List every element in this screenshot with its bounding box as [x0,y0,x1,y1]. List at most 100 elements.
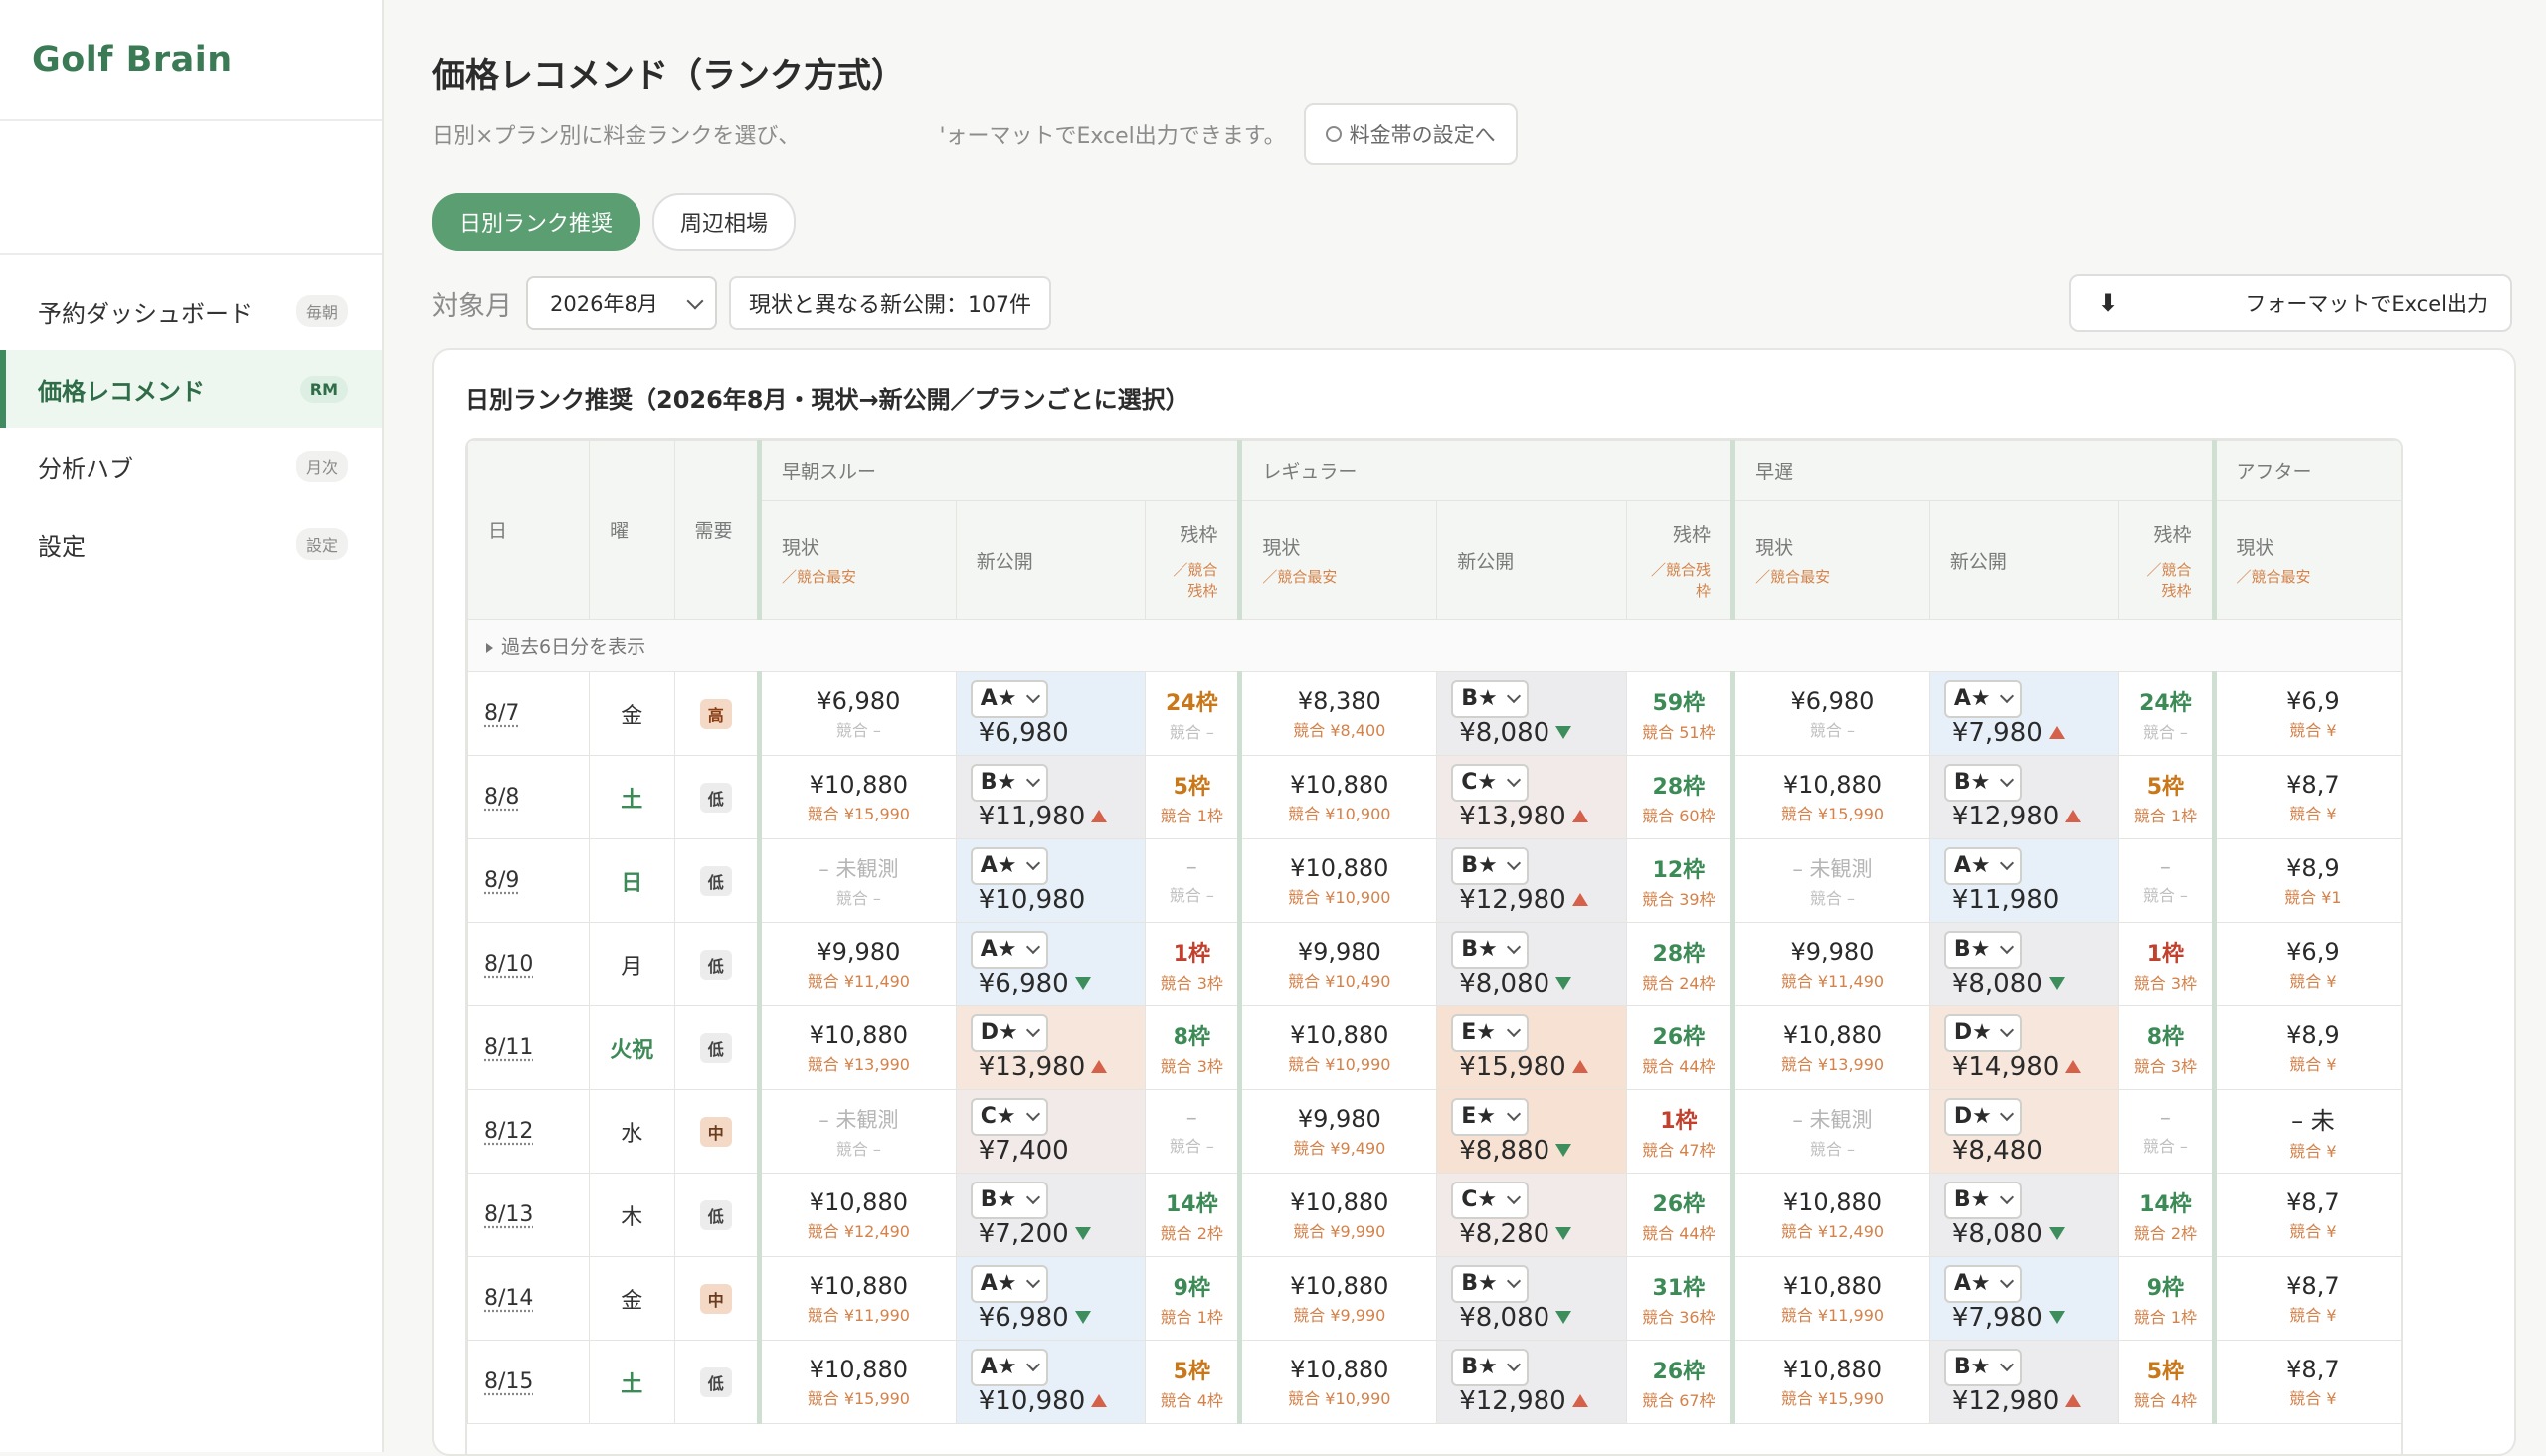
remaining-cell: 24枠 競合 – [2118,671,2215,756]
subheader-new-label: 新公開 [976,550,1033,573]
collapse-row[interactable]: 過去6日分を表示 [467,619,2401,672]
remaining-cell: 8枠 競合 3枠 [2118,1005,2215,1090]
excel-export-button[interactable]: ⬇ フォーマットでExcel出力 [2069,274,2512,332]
sidebar-item-dashboard[interactable]: 予約ダッシュボード 毎朝 [0,273,382,350]
new-price: ¥6,980 [978,968,1069,999]
current-price: – 未観測 [1792,856,1873,881]
rank-select[interactable]: E★ [1451,1097,1530,1136]
rank-select[interactable]: D★ [970,1013,1048,1052]
arrow-down-icon [1074,1311,1091,1324]
rank-table-scroll[interactable]: 日 曜 需要 早朝スルー レギュラー 早遅 アフター 現状 ／競合最安 新公開 残枠 ／… [465,438,2403,1454]
rank-select[interactable]: B★ [970,1181,1048,1219]
month-select[interactable]: 2026年8月 [526,276,717,330]
brand-logo[interactable]: Golf Brain [0,0,382,121]
rank-select[interactable]: C★ [1451,1181,1530,1219]
rank-select[interactable]: D★ [1943,1097,2022,1136]
current-price: – 未観測 [818,1107,899,1132]
row-date[interactable]: 8/11 [467,1005,591,1090]
rank-select[interactable]: B★ [1451,930,1530,969]
tab-daily-rank[interactable]: 日別ランク推奨 [432,193,641,251]
remaining-cell: 1枠 競合 3枠 [1145,922,1241,1006]
gear-icon [1325,126,1342,142]
table-row: 8/13 木低 ¥10,880 競合 ¥12,490 B★ ¥7,200 14枠 競… [467,1173,2401,1257]
rank-select-value: A★ [980,686,1017,711]
row-date[interactable]: 8/8 [467,755,591,839]
rank-select[interactable]: E★ [1451,1013,1530,1052]
daily-rank-card: 日別ランク推奨（2026年8月・現状→新公開／プランごとに選択） 日 曜 需要 … [432,348,2516,1456]
competitor-lowest: 競合 ¥9,990 [1293,1221,1386,1241]
current-price-cell: ¥10,880 競合 ¥10,900 [1237,838,1438,923]
row-date[interactable]: 8/15 [467,1340,591,1424]
row-date[interactable]: 8/12 [467,1089,591,1174]
competitor-remaining: 競合 – [1169,1137,1214,1156]
competitor-remaining: 競合 – [1169,722,1214,742]
current-price: – 未観測 [818,856,899,881]
current-price: ¥10,880 [1782,770,1883,799]
rank-select[interactable]: B★ [970,763,1048,802]
rank-select[interactable]: A★ [970,846,1048,885]
rank-select[interactable]: A★ [970,1348,1048,1386]
rank-select-value: D★ [980,1020,1018,1045]
arrow-up-icon [1091,1060,1108,1073]
remaining-slots: – [1185,1106,1197,1131]
rank-select[interactable]: A★ [970,930,1048,969]
rate-settings-link[interactable]: 料金帯の設定へ [1303,103,1518,165]
sidebar-item-settings[interactable]: 設定 設定 [0,505,382,583]
new-price: ¥8,880 [1459,1135,1550,1166]
sidebar-item-price-recommend[interactable]: 価格レコメンド RM [0,350,382,428]
current-price: ¥10,880 [1290,770,1389,799]
competitor-remaining: 競合 – [2142,722,2188,742]
subheader-remaining-note: ／競合残枠 [2146,560,2192,600]
subheader-new: 新公開 [1436,500,1627,620]
rank-select[interactable]: B★ [1451,1348,1530,1386]
current-price: ¥10,880 [1290,1355,1389,1383]
row-date[interactable]: 8/10 [467,922,591,1006]
new-price-cell: A★ ¥7,980 [1928,1256,2120,1341]
rank-select[interactable]: B★ [1451,679,1530,718]
rank-select-value: B★ [1953,1187,1991,1212]
chevron-down-icon [1999,1106,2014,1122]
subheader-current-note: ／競合最安 [781,568,856,586]
row-date[interactable]: 8/9 [467,838,591,923]
rank-select[interactable]: A★ [1943,1264,2022,1303]
row-date[interactable]: 8/7 [467,671,591,756]
download-arrow-icon: ⬇ [2098,289,2119,317]
rank-select[interactable]: A★ [1943,846,2022,885]
sidebar-item-badge: RM [299,375,348,403]
remaining-slots: 59枠 [1652,690,1706,716]
row-date[interactable]: 8/14 [467,1256,591,1341]
tab-market[interactable]: 周辺相場 [652,193,797,251]
rank-select-value: B★ [1461,853,1498,878]
current-price-cell: ¥8,9 競合 ¥1 [2211,838,2401,923]
demand-badge: 低 [699,1199,732,1230]
competitor-remaining: 競合 2枠 [1160,1223,1223,1243]
new-price: ¥7,200 [978,1218,1069,1249]
rank-select[interactable]: A★ [1943,679,2022,718]
competitor-remaining: 競合 – [2142,1137,2188,1156]
remaining-slots: 14枠 [1165,1191,1218,1217]
rank-select[interactable]: B★ [1451,1264,1530,1303]
rank-select[interactable]: C★ [970,1097,1048,1136]
new-price-cell: B★ ¥8,080 [1436,922,1627,1006]
sidebar-item-analysis-hub[interactable]: 分析ハブ 月次 [0,428,382,505]
competitor-lowest: 競合 – [1809,888,1855,908]
rank-select[interactable]: A★ [970,1264,1048,1303]
rank-select[interactable]: B★ [1451,846,1530,885]
rank-select[interactable]: A★ [970,679,1048,718]
rank-select[interactable]: D★ [1943,1013,2022,1052]
rank-select[interactable]: C★ [1451,763,1530,802]
chevron-down-icon [1999,772,2014,788]
rank-select[interactable]: B★ [1943,763,2022,802]
new-price: ¥15,980 [1459,1051,1566,1082]
rank-select[interactable]: B★ [1943,930,2022,969]
competitor-lowest: 競合 ¥1 [2284,887,2342,907]
subheader-remaining-label: 残枠 [1673,523,1712,546]
show-past-days-toggle[interactable]: 過去6日分を表示 [467,619,2401,672]
arrow-up-icon [2065,810,2082,822]
rank-select-value: B★ [980,770,1017,795]
row-date[interactable]: 8/13 [467,1173,591,1257]
current-price: ¥10,880 [809,1187,908,1216]
rank-select[interactable]: B★ [1943,1181,2022,1219]
rank-select[interactable]: B★ [1943,1348,2022,1386]
chevron-down-icon [1507,1022,1522,1038]
